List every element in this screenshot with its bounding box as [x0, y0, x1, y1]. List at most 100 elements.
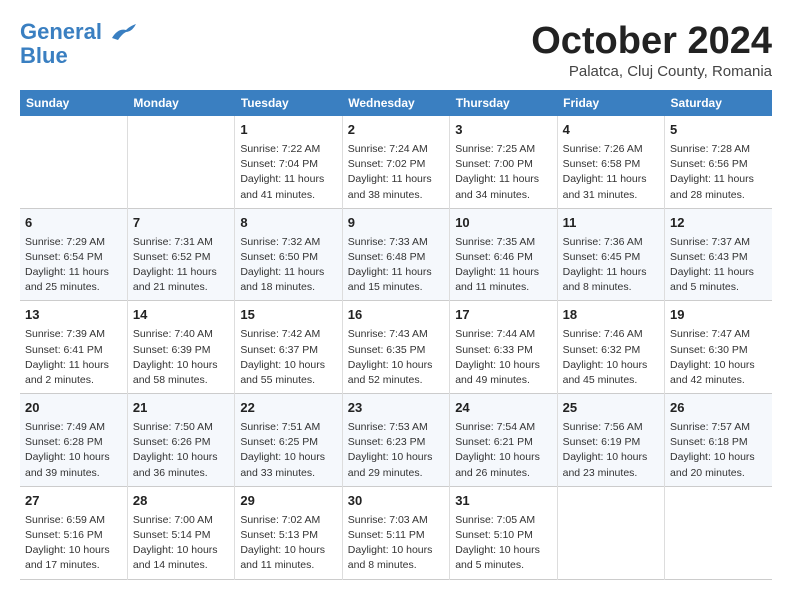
- day-info: Sunrise: 7:00 AM Sunset: 5:14 PM Dayligh…: [133, 513, 229, 574]
- day-number: 13: [25, 306, 122, 325]
- week-row-3: 13 Sunrise: 7:39 AM Sunset: 6:41 PM Dayli…: [20, 301, 772, 394]
- calendar-cell: 24Sunrise: 7:54 AM Sunset: 6:21 PM Dayli…: [450, 394, 557, 487]
- day-info: Sunrise: 7:40 AM Sunset: 6:39 PM Dayligh…: [133, 327, 229, 388]
- calendar-table: SundayMondayTuesdayWednesdayThursdayFrid…: [20, 90, 772, 580]
- calendar-cell: 8 Sunrise: 7:32 AM Sunset: 6:50 PM Daylig…: [235, 208, 342, 301]
- day-number: 4: [563, 121, 659, 140]
- calendar-cell: 21 Sunrise: 7:50 AM Sunset: 6:26 PM Dayli…: [127, 394, 234, 487]
- day-number: 29: [240, 492, 336, 511]
- day-info: Sunrise: 7:42 AM Sunset: 6:37 PM Dayligh…: [240, 327, 336, 388]
- day-number: 23: [348, 399, 444, 418]
- day-info: Sunrise: 7:46 AM Sunset: 6:32 PM Dayligh…: [563, 327, 659, 388]
- calendar-cell: 25Sunrise: 7:56 AM Sunset: 6:19 PM Dayli…: [557, 394, 664, 487]
- calendar-cell: 9 Sunrise: 7:33 AM Sunset: 6:48 PM Daylig…: [342, 208, 449, 301]
- day-number: 15: [240, 306, 336, 325]
- calendar-cell: 6 Sunrise: 7:29 AM Sunset: 6:54 PM Daylig…: [20, 208, 127, 301]
- weekday-header-saturday: Saturday: [665, 90, 772, 116]
- day-number: 18: [563, 306, 659, 325]
- week-row-4: 20 Sunrise: 7:49 AM Sunset: 6:28 PM Dayli…: [20, 394, 772, 487]
- calendar-cell: 28Sunrise: 7:00 AM Sunset: 5:14 PM Dayli…: [127, 486, 234, 579]
- calendar-cell: 12 Sunrise: 7:37 AM Sunset: 6:43 PM Dayli…: [665, 208, 772, 301]
- day-info: Sunrise: 7:31 AM Sunset: 6:52 PM Dayligh…: [133, 235, 229, 296]
- day-number: 26: [670, 399, 767, 418]
- logo: General Blue: [20, 20, 138, 68]
- day-number: 6: [25, 214, 122, 233]
- day-info: Sunrise: 7:47 AM Sunset: 6:30 PM Dayligh…: [670, 327, 767, 388]
- calendar-cell: 10 Sunrise: 7:35 AM Sunset: 6:46 PM Dayli…: [450, 208, 557, 301]
- calendar-cell: 31Sunrise: 7:05 AM Sunset: 5:10 PM Dayli…: [450, 486, 557, 579]
- calendar-cell: [557, 486, 664, 579]
- day-info: Sunrise: 7:43 AM Sunset: 6:35 PM Dayligh…: [348, 327, 444, 388]
- calendar-cell: 14 Sunrise: 7:40 AM Sunset: 6:39 PM Dayli…: [127, 301, 234, 394]
- day-info: Sunrise: 7:53 AM Sunset: 6:23 PM Dayligh…: [348, 420, 444, 481]
- day-info: Sunrise: 7:22 AM Sunset: 7:04 PM Dayligh…: [240, 142, 336, 203]
- calendar-cell: 19 Sunrise: 7:47 AM Sunset: 6:30 PM Dayli…: [665, 301, 772, 394]
- day-number: 14: [133, 306, 229, 325]
- day-number: 22: [240, 399, 336, 418]
- day-number: 24: [455, 399, 551, 418]
- day-info: Sunrise: 7:37 AM Sunset: 6:43 PM Dayligh…: [670, 235, 767, 296]
- day-number: 17: [455, 306, 551, 325]
- day-number: 10: [455, 214, 551, 233]
- day-info: Sunrise: 7:33 AM Sunset: 6:48 PM Dayligh…: [348, 235, 444, 296]
- day-info: Sunrise: 7:29 AM Sunset: 6:54 PM Dayligh…: [25, 235, 122, 296]
- calendar-cell: [665, 486, 772, 579]
- week-row-1: 1 Sunrise: 7:22 AM Sunset: 7:04 PM Daylig…: [20, 116, 772, 208]
- day-info: Sunrise: 7:32 AM Sunset: 6:50 PM Dayligh…: [240, 235, 336, 296]
- day-info: Sunrise: 7:39 AM Sunset: 6:41 PM Dayligh…: [25, 327, 122, 388]
- day-number: 5: [670, 121, 767, 140]
- day-info: Sunrise: 7:51 AM Sunset: 6:25 PM Dayligh…: [240, 420, 336, 481]
- month-title: October 2024: [531, 20, 772, 63]
- weekday-header-thursday: Thursday: [450, 90, 557, 116]
- logo-text: General: [20, 20, 138, 44]
- day-number: 30: [348, 492, 444, 511]
- logo-text2: Blue: [20, 44, 138, 68]
- day-info: Sunrise: 7:26 AM Sunset: 6:58 PM Dayligh…: [563, 142, 659, 203]
- day-info: Sunrise: 7:35 AM Sunset: 6:46 PM Dayligh…: [455, 235, 551, 296]
- day-info: Sunrise: 7:02 AM Sunset: 5:13 PM Dayligh…: [240, 513, 336, 574]
- calendar-cell: 11Sunrise: 7:36 AM Sunset: 6:45 PM Dayli…: [557, 208, 664, 301]
- day-info: Sunrise: 7:03 AM Sunset: 5:11 PM Dayligh…: [348, 513, 444, 574]
- day-info: Sunrise: 7:57 AM Sunset: 6:18 PM Dayligh…: [670, 420, 767, 481]
- day-info: Sunrise: 7:44 AM Sunset: 6:33 PM Dayligh…: [455, 327, 551, 388]
- day-number: 20: [25, 399, 122, 418]
- weekday-header-tuesday: Tuesday: [235, 90, 342, 116]
- day-number: 21: [133, 399, 229, 418]
- calendar-cell: 27Sunrise: 6:59 AM Sunset: 5:16 PM Dayli…: [20, 486, 127, 579]
- day-number: 7: [133, 214, 229, 233]
- day-number: 8: [240, 214, 336, 233]
- weekday-header-sunday: Sunday: [20, 90, 127, 116]
- weekday-header-friday: Friday: [557, 90, 664, 116]
- day-number: 12: [670, 214, 767, 233]
- calendar-cell: 26 Sunrise: 7:57 AM Sunset: 6:18 PM Dayli…: [665, 394, 772, 487]
- day-number: 2: [348, 121, 444, 140]
- day-number: 27: [25, 492, 122, 511]
- calendar-cell: 17 Sunrise: 7:44 AM Sunset: 6:33 PM Dayli…: [450, 301, 557, 394]
- calendar-cell: 7 Sunrise: 7:31 AM Sunset: 6:52 PM Daylig…: [127, 208, 234, 301]
- week-row-5: 27Sunrise: 6:59 AM Sunset: 5:16 PM Dayli…: [20, 486, 772, 579]
- day-number: 9: [348, 214, 444, 233]
- day-info: Sunrise: 7:25 AM Sunset: 7:00 PM Dayligh…: [455, 142, 551, 203]
- day-info: Sunrise: 7:24 AM Sunset: 7:02 PM Dayligh…: [348, 142, 444, 203]
- calendar-cell: 16 Sunrise: 7:43 AM Sunset: 6:35 PM Dayli…: [342, 301, 449, 394]
- calendar-cell: 30 Sunrise: 7:03 AM Sunset: 5:11 PM Dayli…: [342, 486, 449, 579]
- day-info: Sunrise: 7:50 AM Sunset: 6:26 PM Dayligh…: [133, 420, 229, 481]
- day-number: 19: [670, 306, 767, 325]
- day-number: 1: [240, 121, 336, 140]
- day-number: 16: [348, 306, 444, 325]
- weekday-header-wednesday: Wednesday: [342, 90, 449, 116]
- calendar-cell: [20, 116, 127, 208]
- weekday-header-monday: Monday: [127, 90, 234, 116]
- calendar-cell: 20 Sunrise: 7:49 AM Sunset: 6:28 PM Dayli…: [20, 394, 127, 487]
- day-number: 31: [455, 492, 551, 511]
- calendar-cell: [127, 116, 234, 208]
- calendar-cell: 29 Sunrise: 7:02 AM Sunset: 5:13 PM Dayli…: [235, 486, 342, 579]
- day-number: 25: [563, 399, 659, 418]
- calendar-cell: 5Sunrise: 7:28 AM Sunset: 6:56 PM Daylig…: [665, 116, 772, 208]
- calendar-cell: 4 Sunrise: 7:26 AM Sunset: 6:58 PM Daylig…: [557, 116, 664, 208]
- calendar-cell: 2 Sunrise: 7:24 AM Sunset: 7:02 PM Daylig…: [342, 116, 449, 208]
- location: Palatca, Cluj County, Romania: [531, 63, 772, 80]
- calendar-cell: 13 Sunrise: 7:39 AM Sunset: 6:41 PM Dayli…: [20, 301, 127, 394]
- day-number: 3: [455, 121, 551, 140]
- day-info: Sunrise: 7:49 AM Sunset: 6:28 PM Dayligh…: [25, 420, 122, 481]
